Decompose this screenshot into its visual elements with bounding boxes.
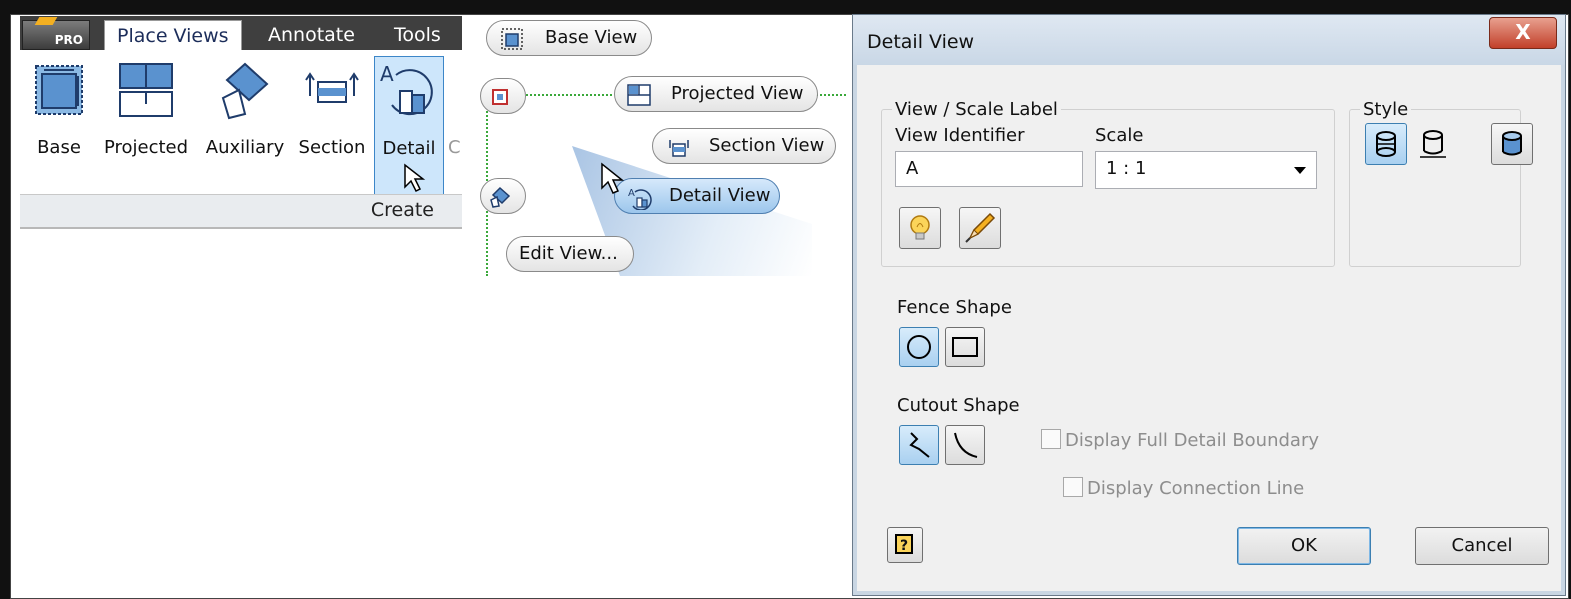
- hidden-line-style-icon: [1376, 131, 1396, 157]
- auxiliary-small-icon: [490, 186, 511, 208]
- scale-value: 1 : 1: [1106, 158, 1147, 179]
- detail-view-icon: A: [380, 62, 433, 116]
- help-icon: ?: [895, 534, 913, 554]
- checkbox-box: [1041, 429, 1061, 449]
- base-button[interactable]: Base: [28, 58, 90, 182]
- group-label: Create: [370, 199, 434, 221]
- detail-view-menu-item[interactable]: A Detail View: [614, 178, 780, 214]
- projected-view-small-icon: [627, 84, 651, 106]
- edit-view-label: Edit View...: [519, 243, 618, 264]
- fence-shape-circular-button[interactable]: [899, 327, 939, 367]
- help-button[interactable]: ?: [887, 527, 923, 563]
- ribbon-tabbar: PRO Place Views Annotate Tools: [20, 16, 462, 51]
- checkbox-box: [1063, 477, 1083, 497]
- section-button-label: Section: [298, 137, 366, 158]
- pro-badge: PRO: [54, 33, 83, 47]
- base-view-label: Base View: [545, 27, 638, 48]
- detail-view-label: Detail View: [669, 185, 771, 206]
- view-identifier-label: View Identifier: [895, 125, 1025, 146]
- cutout-shape-smooth-button[interactable]: [945, 425, 985, 465]
- hidden-line-removed-style-icon: [1420, 130, 1446, 158]
- toggle-label-visibility-button[interactable]: [899, 207, 941, 249]
- style-legend: Style: [1363, 99, 1409, 120]
- section-view-menu-item[interactable]: Section View: [652, 128, 836, 164]
- fence-shape-label: Fence Shape: [897, 297, 1012, 318]
- auxiliary-button-label: Auxiliary: [205, 137, 285, 158]
- detail-button-label: Detail: [382, 138, 436, 159]
- close-button[interactable]: X: [1489, 17, 1557, 49]
- lightbulb-icon: [910, 215, 930, 240]
- projected-button-label: Projected: [103, 137, 189, 158]
- dialog-client: View / Scale Label View Identifier A Sca…: [859, 65, 1559, 589]
- tab-tools[interactable]: Tools: [394, 20, 441, 50]
- base-button-label: Base: [37, 137, 81, 158]
- ribbon-panel: Base Projected Auxiliary Section A Detai…: [20, 50, 462, 208]
- svg-text:A: A: [628, 188, 635, 199]
- detail-view-dialog: Detail View X View / Scale Label View Id…: [852, 14, 1566, 596]
- edit-view-label-button[interactable]: [959, 207, 1001, 249]
- projected-button[interactable]: Projected: [98, 58, 194, 182]
- mouse-cursor-icon: [601, 162, 625, 194]
- section-view-label: Section View: [709, 135, 825, 156]
- view-scale-label-legend: View / Scale Label: [895, 99, 1058, 120]
- section-button[interactable]: Section: [292, 58, 372, 182]
- app-menu-button[interactable]: PRO: [22, 17, 90, 50]
- style-hidden-line-button[interactable]: [1365, 123, 1407, 165]
- display-connection-line-checkbox[interactable]: Display Connection Line: [1063, 477, 1304, 499]
- display-full-detail-boundary-label: Display Full Detail Boundary: [1065, 430, 1320, 451]
- scale-label: Scale: [1095, 125, 1144, 146]
- style-hidden-line-removed-button[interactable]: [1413, 123, 1453, 163]
- cutout-shape-jagged-button[interactable]: [899, 425, 939, 465]
- ok-button[interactable]: OK: [1237, 527, 1371, 565]
- marking-menu-guide-projected: [526, 94, 612, 96]
- tab-place-views[interactable]: Place Views: [104, 20, 242, 51]
- circle-icon: [907, 335, 931, 359]
- crop-button[interactable]: C: [448, 58, 462, 182]
- pencil-icon: [965, 212, 996, 243]
- dialog-title: Detail View: [867, 31, 975, 53]
- view-identifier-input[interactable]: A: [895, 151, 1083, 187]
- auxiliary-partial-menu-item[interactable]: [480, 178, 526, 214]
- projected-small-icon: [492, 89, 508, 105]
- fence-shape-rectangular-button[interactable]: [945, 327, 985, 367]
- edit-view-menu-item[interactable]: Edit View...: [506, 236, 634, 272]
- help-glyph: ?: [899, 538, 909, 554]
- jagged-cutout-icon: [909, 432, 930, 458]
- shaded-style-icon: [1502, 131, 1522, 156]
- detail-view-small-icon: A: [628, 188, 652, 210]
- base-view-menu-item[interactable]: Base View: [486, 20, 652, 56]
- marking-menu-guide-projected-right: [816, 94, 846, 96]
- chevron-down-icon: [1294, 167, 1306, 174]
- tab-annotate[interactable]: Annotate: [268, 20, 355, 50]
- detail-button[interactable]: A Detail: [374, 56, 444, 206]
- projected-view-label: Projected View: [671, 83, 804, 104]
- cancel-button[interactable]: Cancel: [1415, 527, 1549, 565]
- scale-dropdown[interactable]: 1 : 1: [1095, 151, 1317, 189]
- projected-view-icon: [119, 63, 173, 117]
- auxiliary-view-icon: [221, 62, 269, 120]
- ribbon-group-create: Create: [20, 194, 462, 229]
- style-shaded-button[interactable]: [1491, 123, 1533, 165]
- base-view-icon: [35, 65, 83, 115]
- section-view-small-icon: [669, 140, 689, 157]
- crop-button-label: C: [448, 137, 461, 158]
- ribbon: PRO Place Views Annotate Tools Base Proj…: [20, 16, 462, 229]
- section-view-icon: [305, 72, 359, 103]
- app-logo-icon: [34, 17, 58, 25]
- auxiliary-button[interactable]: Auxiliary: [200, 58, 290, 182]
- display-full-detail-boundary-checkbox[interactable]: Display Full Detail Boundary: [1041, 429, 1319, 451]
- projected-view-menu-item[interactable]: Projected View: [614, 76, 818, 112]
- projected-partial-menu-item[interactable]: [480, 78, 526, 114]
- close-icon: X: [1515, 20, 1531, 44]
- mouse-cursor-icon: [404, 163, 426, 193]
- rectangle-icon: [952, 337, 978, 357]
- cutout-shape-label: Cutout Shape: [897, 395, 1020, 416]
- dialog-titlebar[interactable]: Detail View X: [853, 15, 1565, 65]
- smooth-cutout-icon: [954, 432, 978, 458]
- svg-text:A: A: [380, 62, 394, 86]
- base-view-small-icon: [501, 28, 523, 50]
- display-connection-line-label: Display Connection Line: [1087, 478, 1305, 499]
